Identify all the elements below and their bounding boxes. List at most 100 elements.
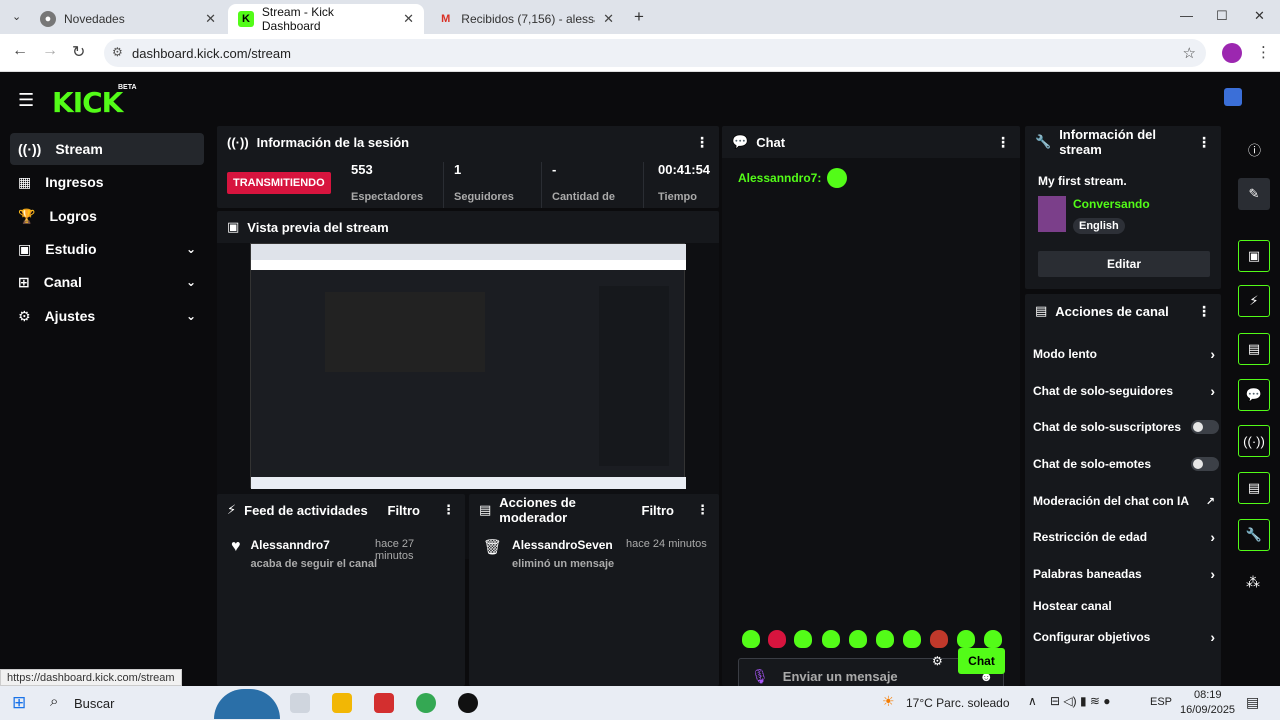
tab-search-icon[interactable]: ⌄ (12, 10, 21, 23)
emote-icon[interactable] (930, 630, 948, 648)
chrome-taskbar-icon[interactable] (416, 693, 436, 713)
emote-icon[interactable] (876, 630, 894, 648)
taskbar-search-label[interactable]: Buscar (74, 696, 114, 711)
wps-office-icon[interactable] (374, 693, 394, 713)
emote-icon[interactable] (742, 630, 760, 648)
sidebar-item-canal[interactable]: ⊞ Canal ⌄ (10, 266, 204, 298)
clock-date[interactable]: 16/09/2025 (1180, 704, 1235, 716)
stream-info-panel: 🔧 Información del stream ⋮ My first stre… (1025, 126, 1221, 289)
sidebar-item-estudio[interactable]: ▣ Estudio ⌄ (10, 233, 204, 265)
action-palabras-baneadas[interactable]: Palabras baneadas › (1033, 559, 1215, 589)
task-view-icon[interactable] (290, 693, 310, 713)
action-moderacion-ia[interactable]: Moderación del chat con IA ↗ (1033, 486, 1215, 516)
action-modo-lento[interactable]: Modo lento › (1033, 339, 1215, 369)
bookmark-star-icon[interactable]: ☆ (1183, 44, 1196, 62)
chevron-down-icon[interactable]: ⌄ (186, 275, 196, 289)
maximize-icon[interactable]: ☐ (1216, 8, 1228, 24)
chat-username[interactable]: Alessanndro7: (738, 171, 821, 185)
user-avatar-icon[interactable] (1224, 88, 1242, 106)
clock-time[interactable]: 08:19 (1194, 689, 1222, 701)
site-info-icon[interactable]: ⚙ (112, 45, 123, 59)
sidebar-item-ingresos[interactable]: ▦ Ingresos (10, 166, 204, 198)
trophy-icon: 🏆 (18, 207, 36, 224)
sidebar-item-logros[interactable]: 🏆 Logros (10, 200, 204, 232)
preview-toggle-icon[interactable]: ▣ (1238, 240, 1270, 272)
close-icon[interactable]: ✕ (205, 11, 216, 27)
stream-preview-video[interactable] (250, 243, 686, 489)
emote-icon[interactable] (957, 630, 975, 648)
file-explorer-icon[interactable] (332, 693, 352, 713)
toggle-switch[interactable] (1191, 457, 1219, 471)
emote-icon[interactable] (794, 630, 812, 648)
action-configurar-objetivos[interactable]: Configurar objetivos › (1033, 622, 1215, 652)
feed-user[interactable]: Alessanndro7 (251, 538, 378, 552)
panel-title: Acciones de moderador (499, 495, 576, 525)
back-icon[interactable]: ← (12, 42, 28, 60)
action-restriccion-edad[interactable]: Restricción de edad › (1033, 522, 1215, 552)
profile-avatar-icon[interactable] (1222, 43, 1242, 63)
actions-toggle-icon[interactable]: ▤ (1238, 472, 1270, 504)
action-solo-suscriptores[interactable]: Chat de solo-suscriptores (1033, 412, 1219, 442)
emote-icon[interactable] (849, 630, 867, 648)
url-field[interactable]: ⚙ dashboard.kick.com/stream ☆ (104, 39, 1206, 67)
chevron-down-icon[interactable]: ⌄ (186, 242, 196, 256)
browser-menu-icon[interactable]: ⋮ (1256, 43, 1271, 61)
tab-kick-dashboard[interactable]: K Stream - Kick Dashboard ✕ (228, 4, 424, 34)
obs-icon[interactable] (458, 693, 478, 713)
reload-icon[interactable]: ↻ (72, 42, 85, 62)
mod-user[interactable]: AlessandroSeven (512, 538, 614, 552)
language-indicator[interactable]: ESP (1150, 696, 1172, 708)
edit-button[interactable]: Editar (1038, 251, 1210, 277)
filter-button[interactable]: Filtro (388, 503, 421, 518)
action-solo-emotes[interactable]: Chat de solo-emotes (1033, 449, 1219, 479)
tray-icons[interactable]: ⊟ ◁) ▮ ≋ ● (1050, 694, 1111, 708)
url-text: dashboard.kick.com/stream (132, 45, 291, 61)
status-url-tooltip: https://dashboard.kick.com/stream (0, 669, 182, 686)
notifications-icon[interactable]: ▤ (1246, 694, 1259, 711)
more-options-icon[interactable]: ⋮ (1197, 134, 1211, 151)
document-toggle-icon[interactable]: ▤ (1238, 333, 1270, 365)
more-options-icon[interactable]: ⋮ (996, 134, 1010, 151)
kick-logo[interactable]: KICK (52, 86, 123, 119)
earth-widget-icon[interactable] (214, 689, 280, 719)
microphone-icon[interactable]: 🎙 (751, 668, 769, 685)
chat-settings-gear-icon[interactable]: ⚙ (932, 654, 943, 668)
filter-button[interactable]: Filtro (642, 503, 675, 518)
close-icon[interactable]: ✕ (603, 11, 614, 27)
sidebar-item-stream[interactable]: ((·)) Stream (10, 133, 204, 165)
emote-icon[interactable] (768, 630, 786, 648)
action-solo-seguidores[interactable]: Chat de solo-seguidores › (1033, 376, 1215, 406)
chevron-down-icon[interactable]: ⌄ (186, 309, 196, 323)
emote-icon[interactable] (903, 630, 921, 648)
wrench-toggle-icon[interactable]: 🔧 (1238, 519, 1270, 551)
emote-icon[interactable] (822, 630, 840, 648)
windows-start-icon[interactable]: ⊞ (12, 693, 26, 713)
hamburger-menu-icon[interactable]: ☰ (18, 90, 34, 111)
edit-pencil-icon[interactable]: ✎ (1238, 178, 1270, 210)
close-window-icon[interactable]: ✕ (1254, 8, 1265, 24)
action-hostear-canal[interactable]: Hostear canal (1033, 591, 1213, 621)
forward-icon[interactable]: → (42, 42, 58, 60)
search-icon[interactable]: ⌕ (50, 693, 58, 710)
more-options-icon[interactable]: ⋮ (695, 134, 709, 151)
new-tab-icon[interactable]: + (634, 7, 644, 27)
more-options-icon[interactable]: ⋮ (696, 502, 709, 518)
broadcast-toggle-icon[interactable]: ((·)) (1238, 425, 1270, 457)
info-icon[interactable]: ⓘ (1248, 140, 1261, 159)
layout-icon[interactable]: ⁂ (1246, 574, 1260, 591)
tab-gmail[interactable]: M Recibidos (7,156) - alessandro@... ✕ (428, 4, 624, 34)
tray-chevron-icon[interactable]: ∧ (1028, 694, 1037, 708)
toggle-switch[interactable] (1191, 420, 1219, 434)
chat-send-button[interactable]: Chat (958, 648, 1005, 674)
sidebar-item-ajustes[interactable]: ⚙ Ajustes ⌄ (10, 300, 204, 332)
close-icon[interactable]: ✕ (403, 11, 414, 27)
weather-text[interactable]: 17°C Parc. soleado (906, 696, 1010, 710)
emote-icon[interactable] (984, 630, 1002, 648)
more-options-icon[interactable]: ⋮ (1197, 303, 1211, 320)
chat-toggle-icon[interactable]: 💬 (1238, 379, 1270, 411)
minimize-icon[interactable]: — (1180, 8, 1193, 23)
tab-novedades[interactable]: ● Novedades ✕ (30, 4, 226, 34)
stream-category[interactable]: Conversando (1073, 197, 1150, 211)
more-options-icon[interactable]: ⋮ (442, 502, 455, 518)
lightning-toggle-icon[interactable]: ⚡ (1238, 285, 1270, 317)
